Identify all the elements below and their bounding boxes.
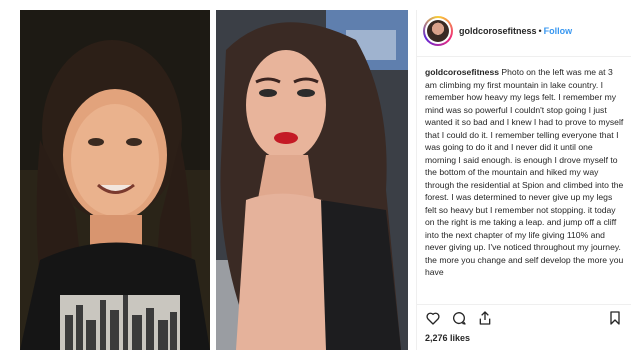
before-photo-image <box>20 10 210 350</box>
comment-icon[interactable] <box>451 310 467 326</box>
post-side-panel: goldcorosefitness • Follow goldcorosefitne… <box>416 10 631 350</box>
bookmark-icon[interactable] <box>607 310 623 326</box>
avatar[interactable] <box>423 16 453 46</box>
after-photo <box>216 10 408 350</box>
instagram-post: goldcorosefitness • Follow goldcorosefitne… <box>0 0 640 360</box>
separator-dot: • <box>538 26 542 36</box>
action-bar <box>417 304 631 329</box>
post-header: goldcorosefitness • Follow <box>417 10 631 57</box>
caption-username-link[interactable]: goldcorosefitness <box>425 67 499 77</box>
heart-icon[interactable] <box>425 310 441 326</box>
before-photo <box>20 10 210 350</box>
header-username-row: goldcorosefitness • Follow <box>459 26 572 36</box>
after-photo-image <box>216 10 408 350</box>
avatar-image <box>427 20 449 42</box>
post-media[interactable] <box>20 10 416 350</box>
caption-text: Photo on the left was me at 3 am climbin… <box>425 67 624 277</box>
likes-count[interactable]: 2,276 likes <box>425 333 470 343</box>
follow-button[interactable]: Follow <box>544 26 573 36</box>
username-link[interactable]: goldcorosefitness <box>459 26 537 36</box>
share-icon[interactable] <box>477 310 493 326</box>
avatar-ring <box>425 18 451 44</box>
post-caption: goldcorosefitness Photo on the left was … <box>425 66 625 279</box>
